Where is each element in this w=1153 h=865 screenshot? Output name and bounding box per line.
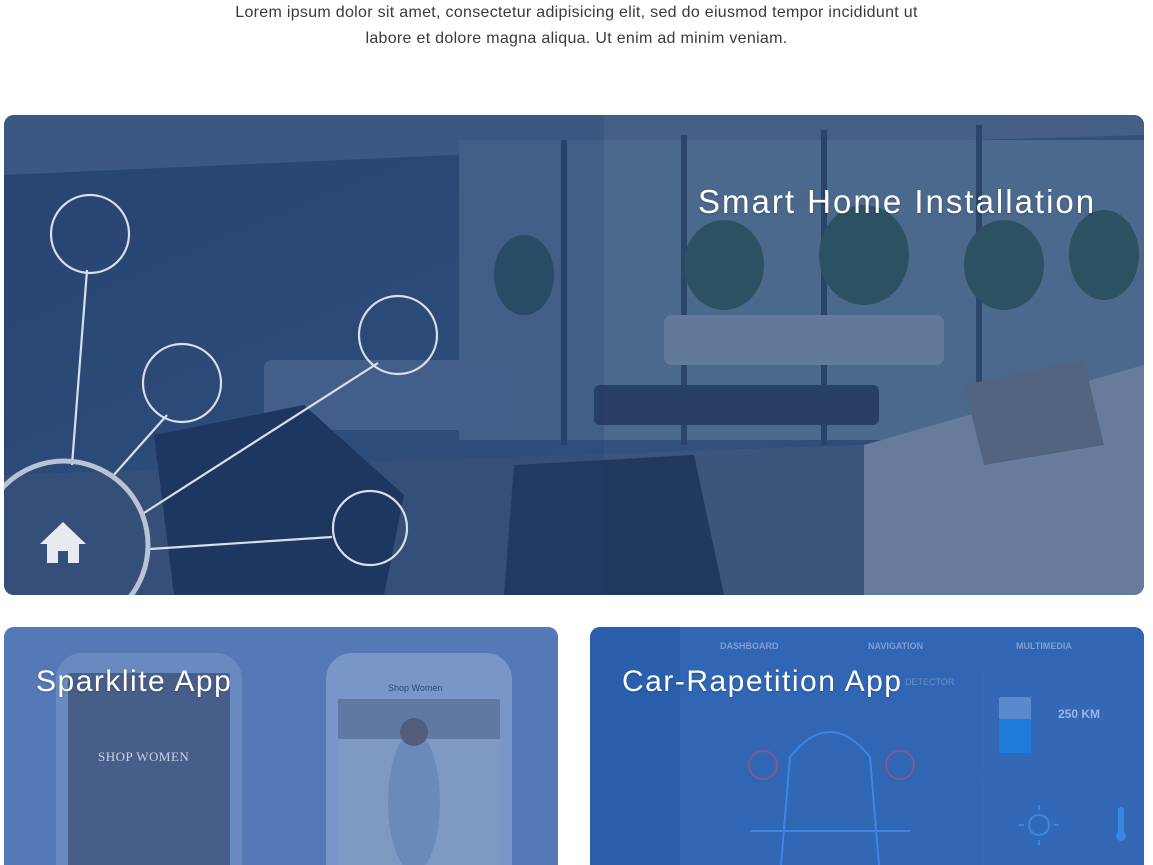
card-title-car-rapetition: Car-Rapetition App — [622, 665, 903, 698]
car-tab-1: DASHBOARD — [720, 641, 779, 651]
phone-right-header: Shop Women — [388, 683, 443, 693]
project-card-car-rapetition[interactable]: DASHBOARD NAVIGATION MULTIMEDIA DETECTOR… — [590, 627, 1144, 865]
car-range: 250 KM — [1058, 707, 1101, 721]
car-app-background — [590, 627, 1144, 865]
car-tab-3: MULTIMEDIA — [1016, 641, 1072, 651]
project-card-smart-home[interactable]: Smart Home Installation — [4, 115, 1144, 595]
sparklite-background — [4, 627, 558, 865]
car-tab-2: NAVIGATION — [868, 641, 924, 651]
intro-text: Lorem ipsum dolor sit amet, consectetur … — [0, 0, 1153, 52]
card-title-sparklite: Sparklite App — [36, 665, 233, 698]
card-title-smart-home: Smart Home Installation — [698, 183, 1097, 220]
intro-line-2: labore et dolore magna aliqua. Ut enim a… — [365, 30, 788, 47]
phone-left-label: SHOP WOMEN — [98, 749, 190, 764]
project-card-sparklite[interactable]: SHOP WOMEN Shop Women Sparklite App — [4, 627, 558, 865]
intro-line-1: Lorem ipsum dolor sit amet, consectetur … — [235, 4, 918, 21]
car-sub-tab: DETECTOR — [905, 677, 955, 687]
